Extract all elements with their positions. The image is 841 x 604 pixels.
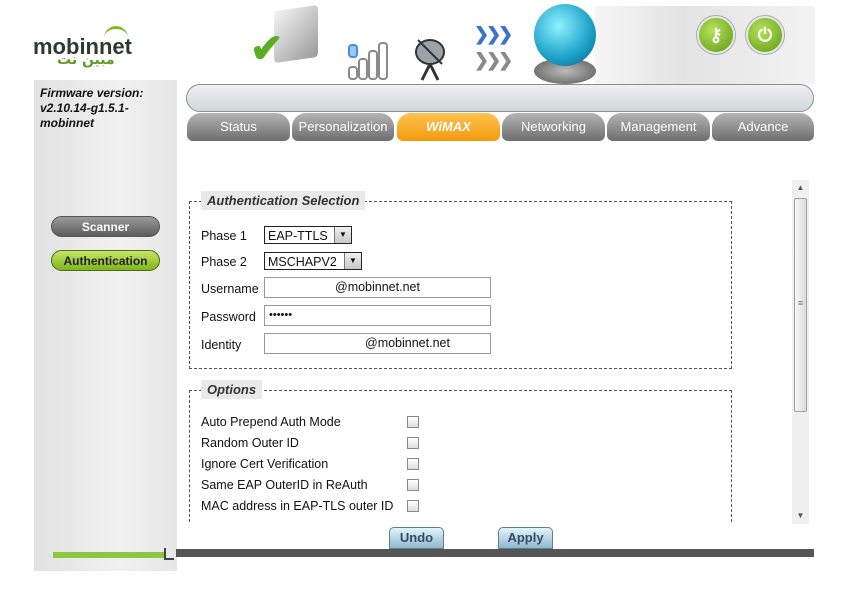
option-label: Ignore Cert Verification — [201, 457, 329, 471]
auto-prepend-checkbox[interactable] — [407, 416, 419, 428]
grip-icon: ≡ — [797, 298, 804, 308]
status-bar — [186, 84, 814, 112]
tab-management[interactable]: Management — [607, 113, 710, 141]
scroll-down-icon[interactable]: ▼ — [792, 508, 809, 524]
arrows-outline-icon: ❯❯❯ — [474, 50, 513, 70]
phase1-label: Phase 1 — [201, 229, 247, 243]
key-icon[interactable]: ⚷ — [697, 16, 735, 54]
identity-value: @mobinnet.net — [365, 336, 450, 350]
identity-field[interactable]: @mobinnet.net — [264, 333, 491, 354]
username-value: @mobinnet.net — [335, 280, 420, 294]
tab-wimax[interactable]: WiMAX — [397, 113, 500, 141]
left-panel — [34, 80, 177, 571]
signal-icon[interactable] — [348, 36, 390, 80]
phase1-select[interactable]: EAP-TTLS ▼ — [264, 226, 352, 244]
chevron-down-icon[interactable]: ▼ — [334, 227, 351, 243]
ignore-cert-checkbox[interactable] — [407, 458, 419, 470]
username-label: Username — [201, 282, 259, 296]
chevron-down-icon[interactable]: ▼ — [344, 253, 361, 269]
phase2-select[interactable]: MSCHAPV2 ▼ — [264, 252, 362, 270]
password-value: •••••• — [269, 309, 293, 321]
username-field[interactable]: @mobinnet.net — [264, 277, 491, 298]
phase2-label: Phase 2 — [201, 255, 247, 269]
check-icon[interactable]: ✔ — [250, 26, 284, 72]
brand-logo-arabic: مبين نت — [57, 52, 115, 68]
arrows-icon[interactable]: ❯❯❯ — [474, 24, 513, 45]
phase2-value: MSCHAPV2 — [268, 255, 337, 269]
apply-button[interactable]: Apply — [498, 527, 553, 549]
option-label: Same EAP OuterID in ReAuth — [201, 478, 368, 492]
progress-slider — [53, 552, 166, 558]
tab-status[interactable]: Status — [187, 113, 290, 141]
option-label: Auto Prepend Auth Mode — [201, 415, 341, 429]
identity-label: Identity — [201, 338, 242, 352]
random-outer-id-checkbox[interactable] — [407, 437, 419, 449]
mac-address-checkbox[interactable] — [407, 500, 419, 512]
auth-legend: Authentication Selection — [201, 191, 366, 210]
tab-networking[interactable]: Networking — [502, 113, 605, 141]
same-eap-outerid-checkbox[interactable] — [407, 479, 419, 491]
phase1-value: EAP-TTLS — [268, 229, 328, 243]
firmware-info: Firmware version: v2.10.14-g1.5.1-mobinn… — [40, 86, 160, 131]
firmware-label: Firmware version: — [40, 86, 144, 100]
tab-personalization[interactable]: Personalization — [292, 113, 394, 141]
bottom-bar — [176, 549, 814, 557]
slider-end — [164, 548, 174, 560]
password-label: Password — [201, 310, 256, 324]
undo-button[interactable]: Undo — [389, 527, 444, 549]
options-legend: Options — [201, 380, 263, 399]
globe-icon[interactable] — [534, 4, 596, 66]
password-field[interactable]: •••••• — [264, 305, 491, 326]
sidebar-item-authentication[interactable]: Authentication — [51, 250, 160, 271]
sidebar-item-scanner[interactable]: Scanner — [51, 216, 160, 237]
scroll-up-icon[interactable]: ▲ — [792, 180, 809, 196]
tab-advance[interactable]: Advance — [712, 113, 814, 141]
firmware-version: v2.10.14-g1.5.1-mobinnet — [40, 101, 129, 130]
option-label: MAC address in EAP-TLS outer ID — [201, 499, 394, 513]
option-label: Random Outer ID — [201, 436, 299, 450]
power-icon[interactable]: ⏻ — [746, 16, 784, 54]
satellite-dish-icon[interactable] — [410, 30, 450, 82]
